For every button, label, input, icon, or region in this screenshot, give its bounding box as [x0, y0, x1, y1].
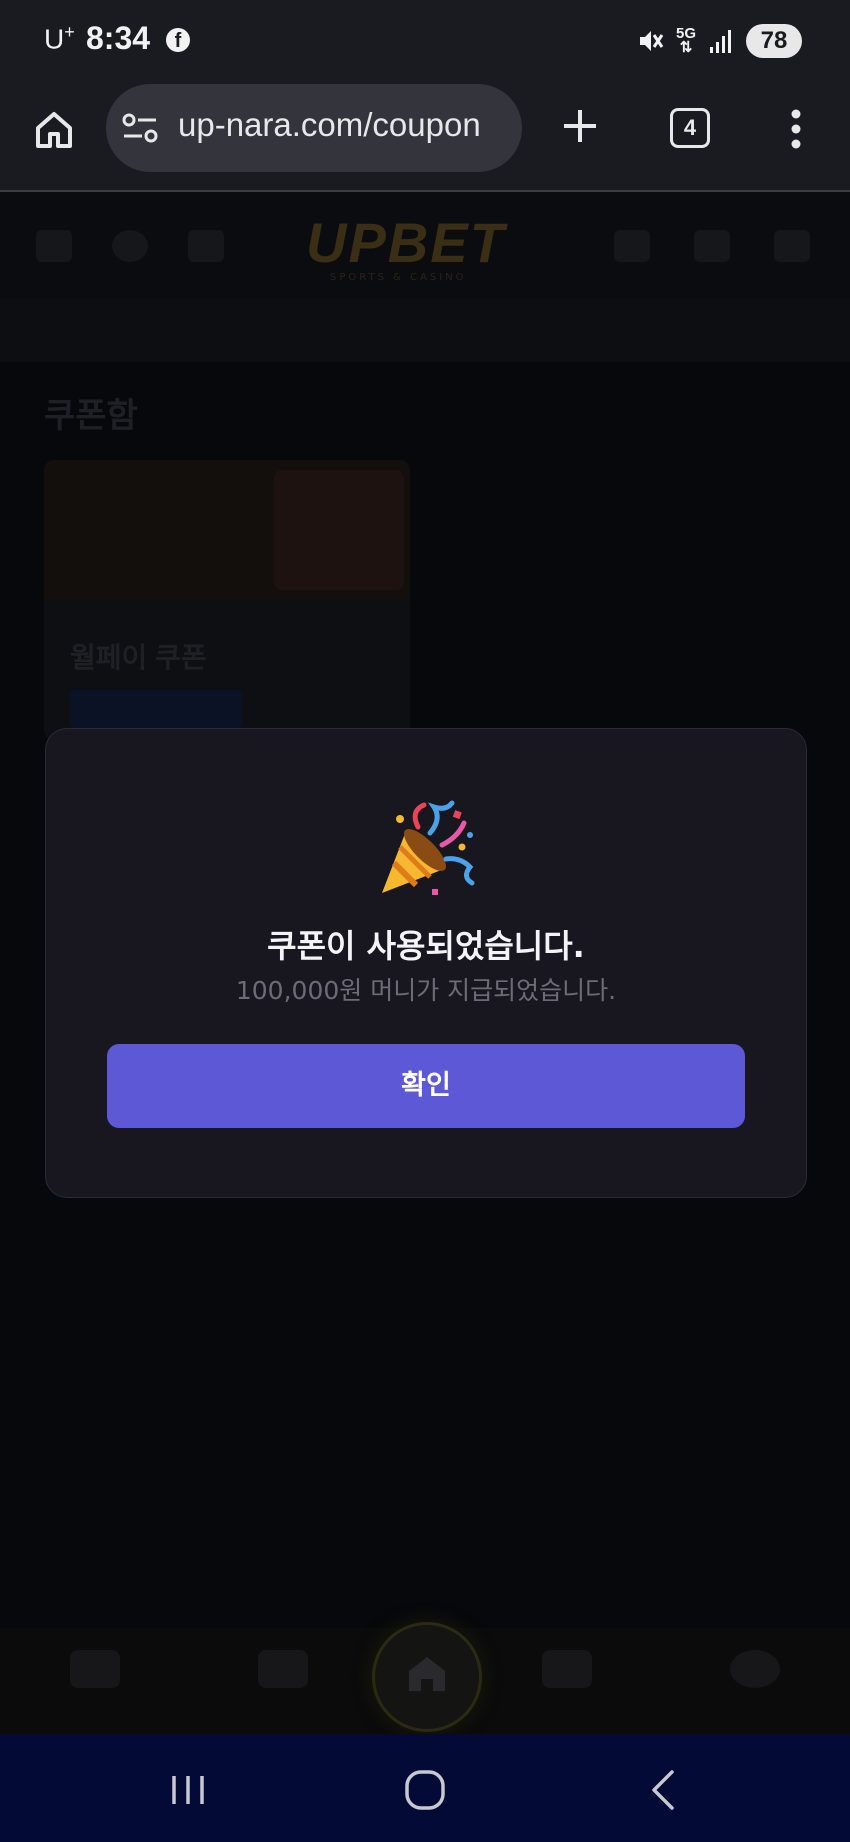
hide-icon — [614, 230, 650, 262]
home-icon — [409, 1657, 445, 1691]
site-logo-subtitle: SPORTS & CASINO — [330, 272, 467, 283]
coupon-card-artwork — [274, 470, 404, 590]
address-bar[interactable]: up-nara.com/coupon — [106, 84, 522, 172]
battery-indicator: 78 — [746, 24, 802, 58]
site-settings-icon[interactable] — [122, 112, 158, 144]
clock: 8:34 — [86, 20, 151, 56]
coupon-card-button — [70, 690, 242, 728]
carrier-label: U+ — [44, 22, 75, 55]
balance-bar — [0, 298, 850, 362]
coupon-card-image — [44, 460, 410, 600]
site-bottom-nav — [0, 1622, 850, 1734]
refresh-icon — [112, 230, 148, 262]
notes-icon — [774, 230, 810, 262]
tab-switcher-button[interactable]: 4 — [670, 108, 710, 148]
recent-apps-icon[interactable] — [162, 1764, 214, 1816]
dialog-title: 쿠폰이 사용되었습니다. — [267, 927, 585, 965]
hamburger-menu-icon — [36, 230, 72, 262]
bottom-nav-item — [70, 1650, 120, 1688]
home-button-icon[interactable] — [399, 1764, 451, 1816]
mute-vibrate-icon — [639, 31, 664, 51]
dialog-message: 100,000원 머니가 지급되었습니다. — [235, 976, 617, 1005]
status-bar: U+ 8:34 f 5G ⇅ 78 — [0, 0, 850, 82]
browser-toolbar: up-nara.com/coupon 4 — [0, 82, 850, 192]
url-text[interactable]: up-nara.com/coupon — [178, 106, 512, 144]
system-navigation-bar — [0, 1734, 850, 1842]
bottom-nav-item — [258, 1650, 308, 1688]
home-icon[interactable] — [30, 106, 78, 154]
bottom-nav-item — [730, 1650, 780, 1688]
section-title: 쿠폰함 — [44, 397, 138, 435]
more-options-icon[interactable] — [788, 108, 804, 150]
confirm-button[interactable]: 확인 — [107, 1044, 745, 1128]
network-5g-icon: 5G ⇅ — [675, 25, 696, 56]
site-logo: UPBET — [306, 211, 506, 274]
bottom-nav-item — [542, 1650, 592, 1688]
coupon-card: 월페이 쿠폰 — [44, 460, 410, 740]
coupon-used-dialog: 🎉 쿠폰이 사용되었습니다. 100,000원 머니가 지급되었습니다. 확인 — [45, 728, 807, 1198]
back-icon[interactable] — [638, 1764, 690, 1816]
signal-icon — [710, 30, 731, 53]
coupon-card-title: 월페이 쿠폰 — [70, 642, 207, 673]
telegram-icon — [694, 230, 730, 262]
sound-icon — [188, 230, 224, 262]
site-header: UPBET SPORTS & CASINO — [0, 192, 850, 298]
bottom-nav-home-button — [372, 1622, 482, 1732]
party-popper-icon: 🎉 — [382, 800, 475, 895]
new-tab-icon[interactable] — [562, 108, 598, 144]
facebook-notification-icon: f — [166, 28, 190, 52]
